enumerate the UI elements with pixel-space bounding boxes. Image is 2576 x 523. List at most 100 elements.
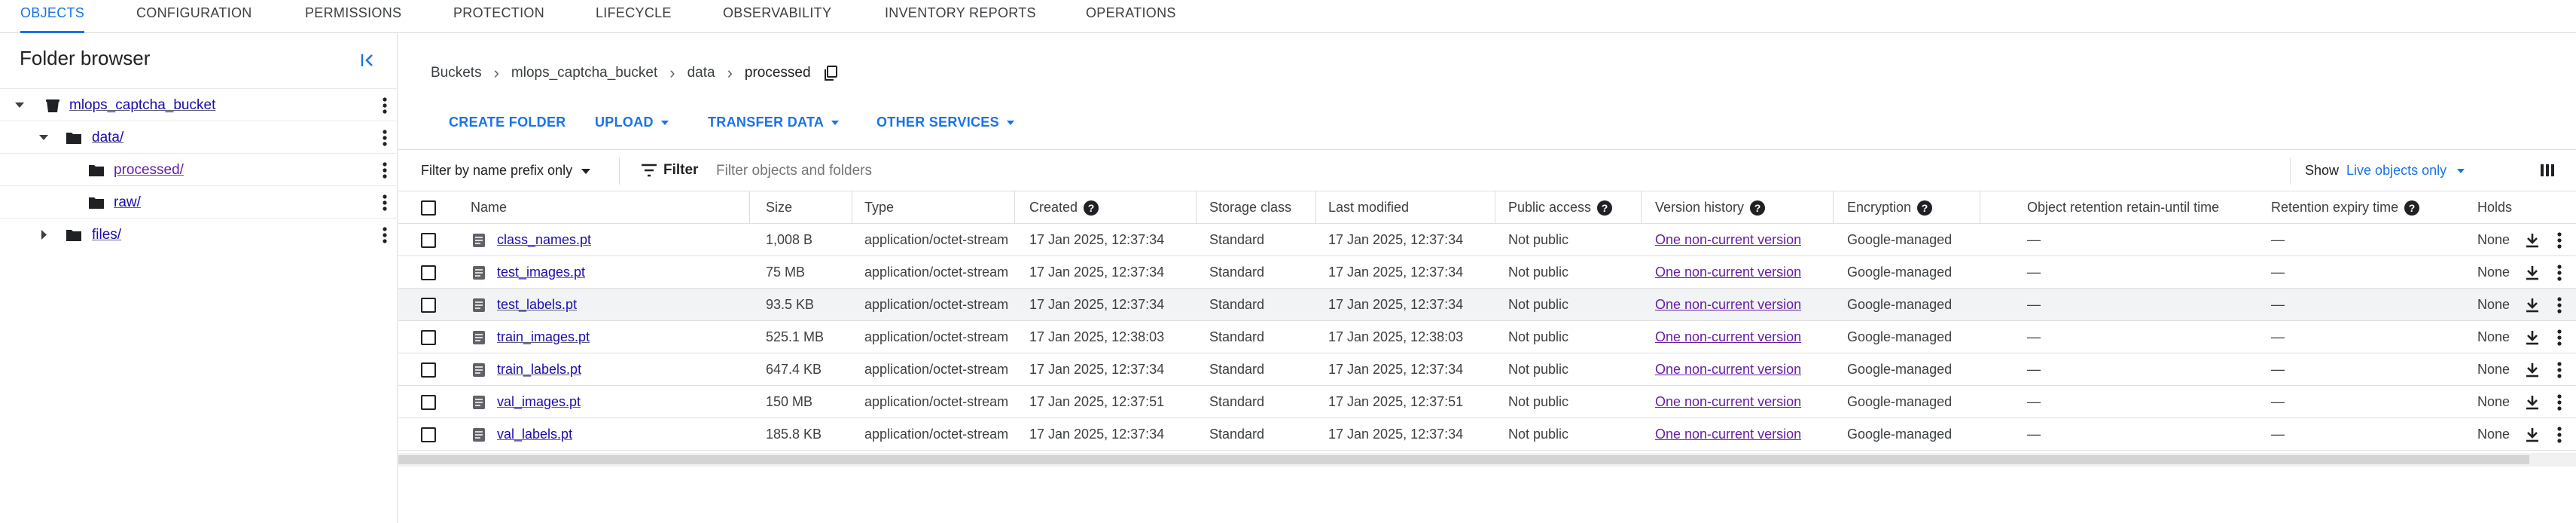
help-icon: ? <box>1750 200 1766 216</box>
row-checkbox[interactable] <box>421 298 436 313</box>
object-name-link[interactable]: train_images.pt <box>497 321 590 353</box>
column-header-version-history[interactable]: Version history? <box>1655 191 1766 224</box>
horizontal-scrollbar[interactable] <box>398 455 2529 464</box>
more-vert-icon[interactable] <box>376 161 394 180</box>
row-checkbox[interactable] <box>421 330 436 345</box>
download-icon[interactable] <box>2523 426 2541 444</box>
tree-item-label[interactable]: processed/ <box>114 162 184 179</box>
tree-item-bucket[interactable]: mlops_captcha_bucket <box>0 88 398 121</box>
more-vert-icon[interactable] <box>2555 360 2564 380</box>
table-row[interactable]: val_images.pt 150 MB application/octet-str… <box>398 386 2576 418</box>
download-icon[interactable] <box>2523 231 2541 249</box>
object-name-link[interactable]: test_labels.pt <box>497 289 577 321</box>
filter-button[interactable]: Filter <box>641 150 698 191</box>
object-name-link[interactable]: class_names.pt <box>497 224 591 256</box>
tab-observability[interactable]: OBSERVABILITY <box>723 0 831 33</box>
object-name-link[interactable]: test_images.pt <box>497 256 585 289</box>
more-vert-icon[interactable] <box>2555 393 2564 412</box>
column-header-storage-class[interactable]: Storage class <box>1209 191 1291 224</box>
download-icon[interactable] <box>2523 361 2541 379</box>
row-checkbox[interactable] <box>421 427 436 442</box>
expand-caret-icon[interactable] <box>35 219 53 251</box>
prefix-filter-dropdown[interactable]: Filter by name prefix only <box>421 150 591 191</box>
row-checkbox[interactable] <box>421 265 436 280</box>
table-row[interactable]: train_labels.pt 647.4 KB application/octet… <box>398 353 2576 386</box>
row-checkbox[interactable] <box>421 395 436 410</box>
column-header-last-modified[interactable]: Last modified <box>1328 191 1409 224</box>
column-header-public-access[interactable]: Public access? <box>1508 191 1613 224</box>
object-holds: None <box>2477 265 2510 280</box>
table-row[interactable]: train_images.pt 525.1 MB application/octet… <box>398 321 2576 353</box>
column-header-retention-expiry[interactable]: Retention expiry time? <box>2271 191 2420 224</box>
column-header-name[interactable]: Name <box>471 191 507 224</box>
tree-item-label[interactable]: mlops_captcha_bucket <box>69 97 215 114</box>
tree-item-raw[interactable]: raw/ <box>0 185 398 218</box>
column-header-created[interactable]: Created? <box>1029 191 1099 224</box>
object-name-link[interactable]: val_labels.pt <box>497 418 572 451</box>
version-history-link[interactable]: One non-current version <box>1655 256 1801 289</box>
table-row[interactable]: class_names.pt 1,008 B application/octet-s… <box>398 224 2576 256</box>
expand-caret-icon[interactable] <box>35 121 53 154</box>
table-row[interactable]: test_images.pt 75 MB application/octet-str… <box>398 256 2576 289</box>
transfer-data-button[interactable]: TRANSFER DATA <box>708 107 840 137</box>
column-header-retain-until[interactable]: Object retention retain-until time <box>2027 191 2219 224</box>
other-services-button[interactable]: OTHER SERVICES <box>876 107 1014 137</box>
tab-operations[interactable]: OPERATIONS <box>1086 0 1176 33</box>
column-header-size[interactable]: Size <box>766 191 792 224</box>
breadcrumb-buckets[interactable]: Buckets <box>431 65 482 81</box>
more-vert-icon[interactable] <box>376 128 394 148</box>
expand-caret-icon[interactable] <box>11 89 29 121</box>
version-history-link[interactable]: One non-current version <box>1655 353 1801 386</box>
table-row[interactable]: test_labels.pt 93.5 KB application/octet-s… <box>398 289 2576 321</box>
more-vert-icon[interactable] <box>2555 425 2564 445</box>
object-name-link[interactable]: val_images.pt <box>497 386 581 418</box>
tree-item-label[interactable]: raw/ <box>114 194 141 211</box>
tab-configuration[interactable]: CONFIGURATION <box>136 0 252 33</box>
version-history-link[interactable]: One non-current version <box>1655 224 1801 256</box>
download-icon[interactable] <box>2523 264 2541 282</box>
tab-objects[interactable]: OBJECTS <box>20 0 85 33</box>
column-display-icon[interactable] <box>2538 161 2556 179</box>
copy-path-icon[interactable] <box>822 65 839 81</box>
object-name-link[interactable]: train_labels.pt <box>497 353 581 386</box>
tree-item-label[interactable]: files/ <box>92 227 121 243</box>
select-all-checkbox[interactable] <box>421 200 436 216</box>
upload-button[interactable]: UPLOAD <box>595 107 669 137</box>
breadcrumb-data[interactable]: data <box>687 65 715 81</box>
row-checkbox[interactable] <box>421 362 436 378</box>
more-vert-icon[interactable] <box>376 193 394 213</box>
filter-input[interactable] <box>715 150 1392 192</box>
tab-inventory-reports[interactable]: INVENTORY REPORTS <box>885 0 1036 33</box>
show-versions-dropdown[interactable]: Show Live objects only <box>2305 150 2465 191</box>
tree-item-files[interactable]: files/ <box>0 218 398 250</box>
tab-lifecycle[interactable]: LIFECYCLE <box>596 0 672 33</box>
more-vert-icon[interactable] <box>2555 328 2564 347</box>
tree-item-label[interactable]: data/ <box>92 130 123 146</box>
column-header-holds[interactable]: Holds <box>2477 191 2523 224</box>
row-checkbox[interactable] <box>421 233 436 248</box>
file-icon <box>472 233 486 248</box>
tab-permissions[interactable]: PERMISSIONS <box>305 0 401 33</box>
version-history-link[interactable]: One non-current version <box>1655 321 1801 353</box>
more-vert-icon[interactable] <box>376 225 394 245</box>
more-vert-icon[interactable] <box>2555 295 2564 315</box>
tab-protection[interactable]: PROTECTION <box>453 0 544 33</box>
column-header-encryption[interactable]: Encryption? <box>1847 191 1933 224</box>
version-history-link[interactable]: One non-current version <box>1655 418 1801 451</box>
object-created: 17 Jan 2025, 12:37:51 <box>1029 394 1165 409</box>
table-row[interactable]: val_labels.pt 185.8 KB application/octet-s… <box>398 418 2576 451</box>
tree-item-processed[interactable]: processed/ <box>0 153 398 185</box>
more-vert-icon[interactable] <box>2555 231 2564 250</box>
tree-item-data[interactable]: data/ <box>0 121 398 153</box>
version-history-link[interactable]: One non-current version <box>1655 289 1801 321</box>
breadcrumb-bucket[interactable]: mlops_captcha_bucket <box>511 65 657 81</box>
download-icon[interactable] <box>2523 296 2541 314</box>
column-header-type[interactable]: Type <box>864 191 894 224</box>
download-icon[interactable] <box>2523 393 2541 411</box>
collapse-sidebar-icon[interactable] <box>355 48 380 72</box>
more-vert-icon[interactable] <box>2555 263 2564 283</box>
more-vert-icon[interactable] <box>376 96 394 115</box>
create-folder-button[interactable]: CREATE FOLDER <box>449 107 566 137</box>
download-icon[interactable] <box>2523 329 2541 347</box>
version-history-link[interactable]: One non-current version <box>1655 386 1801 418</box>
